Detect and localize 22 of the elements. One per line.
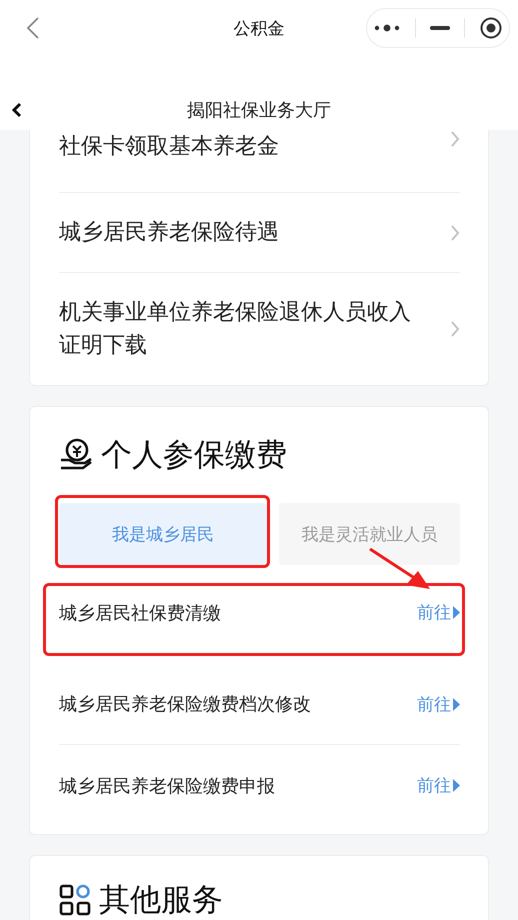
- hand-coin-icon: [59, 438, 93, 472]
- service-item[interactable]: 城乡居民社保费清缴 前往: [59, 586, 460, 653]
- chevron-icon: [450, 224, 460, 242]
- service-item[interactable]: 城乡居民养老保险缴费申报 前往: [59, 745, 460, 826]
- mini-program-title: 公积金: [234, 18, 284, 40]
- close-icon[interactable]: [480, 17, 502, 39]
- section-title: 个人参保缴费: [101, 436, 287, 475]
- more-icon[interactable]: [374, 24, 400, 32]
- minimize-icon[interactable]: [430, 26, 450, 30]
- grid-icon: [59, 884, 91, 916]
- chevron-icon: [450, 130, 460, 148]
- triangle-icon: [453, 606, 460, 619]
- section-title: 其他服务: [99, 881, 223, 920]
- triangle-icon: [453, 779, 460, 792]
- service-item[interactable]: 机关事业单位养老保险退休人员收入证明下载: [59, 273, 460, 385]
- triangle-icon: [453, 698, 460, 710]
- chevron-icon: [450, 320, 460, 338]
- back-icon[interactable]: [11, 102, 23, 118]
- service-item[interactable]: 城乡居民养老保险缴费档次修改 前往: [59, 664, 460, 745]
- service-item[interactable]: 城乡居民养老保险待遇: [59, 193, 460, 273]
- page-title: 揭阳社保业务大厅: [187, 99, 331, 122]
- service-item[interactable]: 社保卡领取基本养老金: [59, 130, 460, 193]
